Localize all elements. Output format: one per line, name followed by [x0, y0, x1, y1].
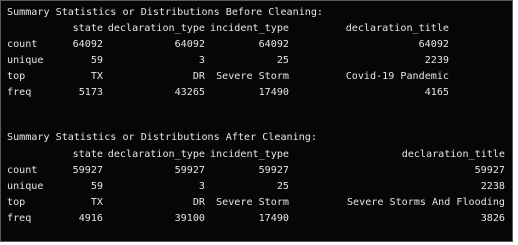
row-label: unique: [7, 181, 44, 192]
before-col-state: state: [72, 23, 103, 34]
table-cell: 2239: [424, 55, 449, 66]
table-cell: 3: [198, 55, 205, 66]
after-col-state: state: [72, 149, 103, 160]
table-cell: DR: [192, 71, 205, 82]
table-cell: 64092: [174, 39, 205, 50]
after-row-top: top TX DR Severe Storm Severe Storms And…: [7, 196, 507, 209]
before-row-top: top TX DR Severe Storm Covid-19 Pandemic: [7, 70, 507, 83]
table-cell: Severe Storm: [216, 71, 289, 82]
table-cell: 59927: [174, 165, 205, 176]
after-row-count: count 59927 59927 59927 59927: [7, 164, 507, 177]
table-cell: 4916: [78, 213, 103, 224]
table-cell: 3: [198, 181, 205, 192]
table-cell: 2238: [480, 181, 505, 192]
table-cell: 17490: [258, 213, 289, 224]
table-cell: 59927: [72, 165, 103, 176]
after-heading: Summary Statistics or Distributions Afte…: [7, 132, 317, 143]
table-cell: 39100: [174, 213, 205, 224]
table-cell: 3826: [480, 213, 505, 224]
after-row-unique: unique 59 3 25 2238: [7, 180, 507, 193]
before-row-freq: freq 5173 43265 17490 4165: [7, 86, 507, 99]
table-cell: Severe Storms And Flooding: [346, 197, 505, 208]
table-cell: 64092: [258, 39, 289, 50]
before-col-declaration-type: declaration_type: [107, 23, 205, 34]
table-cell: 4165: [424, 87, 449, 98]
table-cell: Covid-19 Pandemic: [345, 71, 449, 82]
before-row-count: count 64092 64092 64092 64092: [7, 38, 507, 51]
after-header-row: state declaration_type incident_type dec…: [7, 148, 507, 161]
row-label: freq: [7, 213, 32, 224]
table-cell: 17490: [258, 87, 289, 98]
table-cell: DR: [192, 197, 205, 208]
row-label: freq: [7, 87, 32, 98]
table-cell: Severe Storm: [216, 197, 289, 208]
before-col-declaration-title: declaration_title: [345, 23, 449, 34]
table-cell: TX: [90, 71, 103, 82]
after-col-declaration-type: declaration_type: [107, 149, 205, 160]
table-cell: 25: [276, 181, 289, 192]
before-col-incident-type: incident_type: [209, 23, 289, 34]
before-heading: Summary Statistics or Distributions Befo…: [7, 7, 324, 18]
row-label: top: [7, 71, 26, 82]
row-label: top: [7, 197, 26, 208]
table-cell: 64092: [72, 39, 103, 50]
after-col-declaration-title: declaration_title: [401, 149, 505, 160]
table-cell: 59927: [474, 165, 505, 176]
before-header-row: state declaration_type incident_type dec…: [7, 22, 507, 35]
table-cell: 5173: [78, 87, 103, 98]
table-cell: 59: [90, 181, 103, 192]
table-cell: 43265: [174, 87, 205, 98]
row-label: count: [7, 165, 38, 176]
table-cell: 59: [90, 55, 103, 66]
terminal-output: Summary Statistics or Distributions Befo…: [0, 0, 513, 242]
table-cell: 25: [276, 55, 289, 66]
row-label: count: [7, 39, 38, 50]
after-col-incident-type: incident_type: [209, 149, 289, 160]
row-label: unique: [7, 55, 44, 66]
table-cell: 64092: [418, 39, 449, 50]
after-row-freq: freq 4916 39100 17490 3826: [7, 212, 507, 225]
table-cell: TX: [90, 197, 103, 208]
table-cell: 59927: [258, 165, 289, 176]
before-row-unique: unique 59 3 25 2239: [7, 54, 507, 67]
